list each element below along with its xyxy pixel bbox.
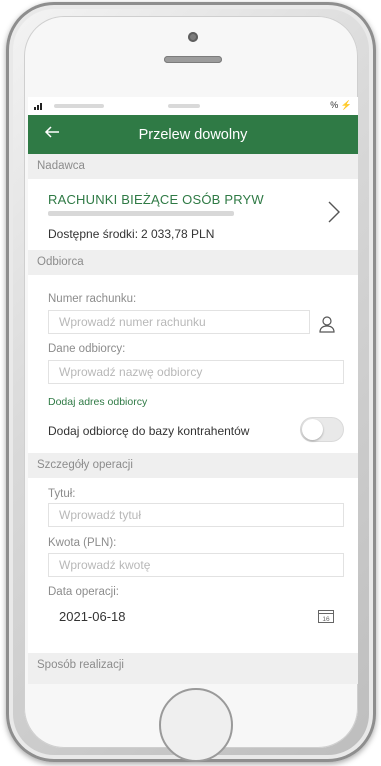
status-bar: % ⚡: [28, 97, 358, 115]
amount-label: Kwota (PLN):: [48, 537, 117, 549]
title-label: Tytuł:: [48, 488, 76, 500]
speaker-grille: [164, 56, 222, 63]
signal-icon: [34, 102, 44, 110]
balance-value: 2 033,78 PLN: [141, 227, 215, 241]
method-section-label: Sposób realizacji: [37, 659, 124, 671]
add-address-link[interactable]: Dodaj adres odbiorcy: [48, 396, 147, 408]
add-to-contractors-toggle[interactable]: [300, 417, 344, 442]
date-input[interactable]: 2021-06-18: [48, 603, 344, 630]
toggle-knob: [302, 419, 323, 440]
sender-account-card[interactable]: RACHUNKI BIEŻĄCE OSÓB PRYW Dostępne środ…: [28, 179, 358, 250]
sender-account-name: RACHUNKI BIEŻĄCE OSÓB PRYW: [48, 192, 264, 207]
recipient-name-input[interactable]: [48, 360, 344, 384]
charging-icon: ⚡: [340, 100, 352, 110]
date-value: 2021-06-18: [59, 609, 126, 624]
calendar-icon[interactable]: 16: [318, 609, 334, 623]
sender-section-label: Nadawca: [37, 160, 85, 172]
chevron-right-icon[interactable]: [328, 201, 340, 230]
app-bar: Przelew dowolny: [28, 115, 358, 154]
details-card: Tytuł: Kwota (PLN): Data operacji: 2021-…: [28, 478, 358, 653]
amount-input[interactable]: [48, 553, 344, 577]
account-number-input[interactable]: [48, 310, 310, 334]
status-time: [168, 104, 200, 108]
recipient-data-label: Dane odbiorcy:: [48, 343, 126, 355]
page-title: Przelew dowolny: [138, 127, 248, 143]
calendar-day: 16: [322, 616, 330, 623]
battery-percent: %: [330, 100, 339, 110]
add-to-contractors-label: Dodaj odbiorcę do bazy kontrahentów: [48, 424, 250, 438]
recipient-card: Numer rachunku: Dane odbiorcy: Dodaj adr…: [28, 275, 358, 453]
carrier-name: [54, 104, 104, 108]
title-input[interactable]: [48, 503, 344, 527]
account-number-label: Numer rachunku:: [48, 293, 137, 305]
battery-indicator: % ⚡: [330, 100, 352, 111]
details-section-label: Szczegóły operacji: [37, 459, 133, 471]
camera-icon: [188, 32, 198, 42]
sender-account-number: [48, 211, 234, 216]
recipient-section-label: Odbiorca: [37, 256, 84, 268]
balance-label: Dostępne środki:: [48, 227, 139, 241]
home-button[interactable]: [159, 688, 233, 762]
date-label: Data operacji:: [48, 586, 119, 598]
app-screen: % ⚡ Przelew dowolny Nadawca RACHUNKI BIE…: [28, 97, 358, 684]
contacts-icon[interactable]: [318, 315, 336, 333]
